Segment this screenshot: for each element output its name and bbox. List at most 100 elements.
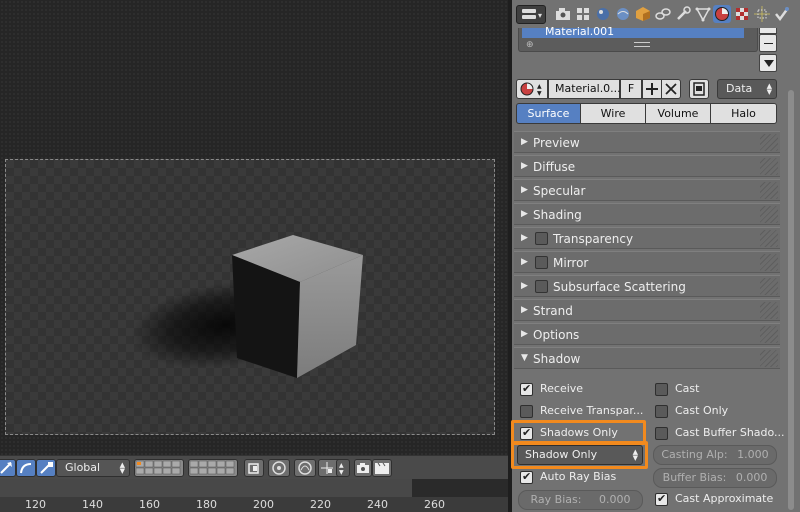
panel-transparency[interactable]: ▶ Transparency <box>514 227 780 249</box>
panel-label: Shading <box>533 208 582 222</box>
tab-data[interactable] <box>694 5 712 23</box>
tab-texture[interactable] <box>733 5 751 23</box>
tab-particles[interactable] <box>753 5 771 23</box>
panel-subsurface-scattering[interactable]: ▶ Subsurface Scattering <box>514 275 780 297</box>
lock-layers-button[interactable] <box>244 459 264 477</box>
panel-drag-grip[interactable] <box>760 326 778 343</box>
scale-manipulator-icon <box>40 462 53 474</box>
camera-icon <box>357 463 369 473</box>
tab-constraints[interactable] <box>654 5 672 23</box>
timeline-frame-ruler[interactable]: 120 140 160 180 200 220 240 260 <box>0 497 508 512</box>
panel-options[interactable]: ▶ Options <box>514 323 780 345</box>
tab-modifiers[interactable] <box>674 5 692 23</box>
cast-buffer-shadows-toggle[interactable]: Cast Buffer Shado... <box>655 425 785 443</box>
material-link-select[interactable]: Data ▲ ▼ <box>717 79 777 99</box>
properties-scrollbar[interactable] <box>788 80 794 512</box>
scene-icon <box>597 8 609 20</box>
frame-tick-label: 180 <box>196 498 217 511</box>
tab-volume[interactable]: Volume <box>645 103 711 124</box>
tab-render-layers[interactable] <box>574 5 592 23</box>
receive-shadow-toggle[interactable]: ✔ Receive <box>520 381 648 399</box>
manipulator-scale-button[interactable] <box>36 459 56 477</box>
tab-surface[interactable]: Surface <box>516 103 581 124</box>
fake-user-button[interactable]: F <box>620 79 642 99</box>
copy-material-button[interactable] <box>689 79 709 99</box>
auto-ray-bias-toggle[interactable]: ✔ Auto Ray Bias <box>520 469 644 487</box>
buffer-bias-value: 0.000 <box>735 471 768 484</box>
ray-bias-field[interactable]: Ray Bias: 0.000 <box>518 490 643 510</box>
cast-shadow-toggle[interactable]: Cast <box>655 381 779 399</box>
snap-toggle-button[interactable]: ▲ ▼ <box>336 459 350 477</box>
frame-tick-label: 240 <box>367 498 388 511</box>
receive-transparent-checkbox[interactable] <box>520 405 533 418</box>
pivot-point-button[interactable] <box>268 459 290 477</box>
mirror-enable-checkbox[interactable] <box>535 256 548 269</box>
panel-mirror[interactable]: ▶ Mirror <box>514 251 780 273</box>
receive-transparent-toggle[interactable]: Receive Transpar... <box>520 403 648 421</box>
scene-layers-grid-a[interactable] <box>134 459 184 477</box>
render-animation-button[interactable] <box>372 459 392 477</box>
cast-approximate-checkbox[interactable]: ✔ <box>655 492 668 506</box>
panel-drag-grip[interactable] <box>760 158 778 175</box>
panel-drag-grip[interactable] <box>760 182 778 199</box>
manipulator-translate-button[interactable] <box>0 459 16 477</box>
panel-drag-grip[interactable] <box>760 206 778 223</box>
material-browse-button[interactable]: ▲ ▼ <box>516 79 548 99</box>
tab-scene[interactable] <box>594 5 612 23</box>
tab-halo[interactable]: Halo <box>710 103 777 124</box>
cast-buffer-shadows-checkbox[interactable] <box>655 427 668 440</box>
panel-drag-grip[interactable] <box>760 230 778 247</box>
cast-only-toggle[interactable]: Cast Only <box>655 403 779 421</box>
timeline-editor[interactable]: 120 140 160 180 200 220 240 260 <box>0 479 508 512</box>
panel-drag-grip[interactable] <box>760 254 778 271</box>
new-material-button[interactable] <box>642 79 662 99</box>
sss-enable-checkbox[interactable] <box>535 280 548 293</box>
slot-remove-button[interactable] <box>759 34 777 52</box>
arrow-manipulator-icon <box>0 462 12 474</box>
panel-shading[interactable]: ▶ Shading <box>514 203 780 225</box>
tab-wire[interactable]: Wire <box>580 103 646 124</box>
material-name-field[interactable]: Material.0... <box>548 79 621 99</box>
unlink-material-button[interactable] <box>661 79 681 99</box>
3d-viewport[interactable] <box>0 0 508 455</box>
panel-drag-grip[interactable] <box>760 350 778 367</box>
panel-drag-grip[interactable] <box>760 302 778 319</box>
panel-diffuse[interactable]: ▶ Diffuse <box>514 155 780 177</box>
transform-orientation-select[interactable]: Global ▲ ▼ <box>56 459 130 477</box>
manipulator-rotate-button[interactable] <box>16 459 36 477</box>
tab-object[interactable] <box>634 5 652 23</box>
cast-only-checkbox[interactable] <box>655 405 668 418</box>
list-filter-toggle-icon[interactable]: ⊕ <box>526 40 534 50</box>
scene-layers-grid-b[interactable] <box>188 459 238 477</box>
list-resize-grip[interactable] <box>634 42 650 47</box>
frame-tick-label: 260 <box>424 498 445 511</box>
panel-drag-grip[interactable] <box>760 278 778 295</box>
render-opengl-button[interactable] <box>354 459 372 477</box>
editor-type-menu[interactable]: ▾ <box>516 5 546 24</box>
slot-specials-menu[interactable] <box>759 54 777 72</box>
tab-physics[interactable] <box>773 5 791 23</box>
receive-checkbox[interactable]: ✔ <box>520 382 533 396</box>
casting-alpha-field[interactable]: Casting Alp: 1.000 <box>653 445 777 465</box>
panel-preview[interactable]: ▶ Preview <box>514 131 780 153</box>
panel-specular[interactable]: ▶ Specular <box>514 179 780 201</box>
transparency-enable-checkbox[interactable] <box>535 232 548 245</box>
panel-drag-grip[interactable] <box>760 134 778 151</box>
panel-strand[interactable]: ▶ Strand <box>514 299 780 321</box>
cast-approximate-toggle[interactable]: ✔ Cast Approximate <box>655 491 779 509</box>
cast-checkbox[interactable] <box>655 383 668 396</box>
buffer-bias-field[interactable]: Buffer Bias: 0.000 <box>653 468 777 488</box>
scrollbar-thumb[interactable] <box>788 90 794 510</box>
svg-text:▲: ▲ <box>339 462 344 469</box>
tab-material[interactable] <box>713 5 731 23</box>
tab-world[interactable] <box>614 5 632 23</box>
expand-arrow-icon: ▶ <box>521 137 528 147</box>
auto-ray-bias-checkbox[interactable]: ✔ <box>520 470 533 484</box>
proportional-edit-button[interactable] <box>294 459 316 477</box>
svg-text:▾: ▾ <box>538 11 542 20</box>
proportional-edit-icon <box>298 461 312 475</box>
tab-render[interactable] <box>554 5 572 23</box>
ray-bias-value: 0.000 <box>598 493 631 506</box>
rendered-cube <box>130 235 363 378</box>
panel-shadow[interactable]: ▼ Shadow <box>514 347 780 369</box>
